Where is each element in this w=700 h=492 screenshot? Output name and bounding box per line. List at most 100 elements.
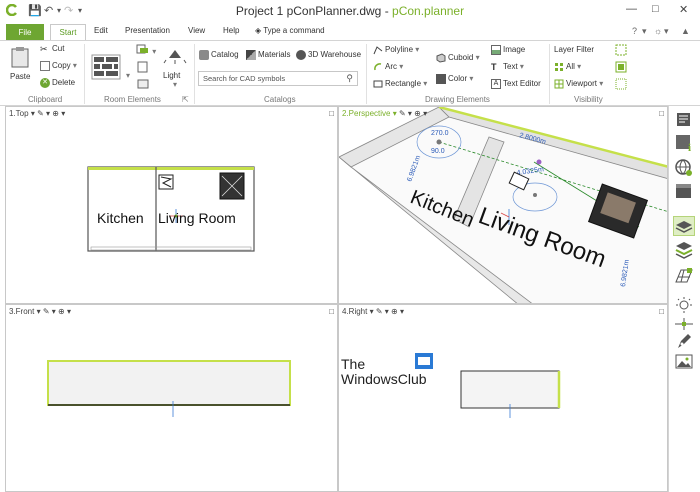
globe-icon[interactable] [673, 158, 695, 178]
group-room-elements: Room Elements [104, 95, 161, 104]
dropdown-icon[interactable]: ▾ [408, 109, 412, 118]
dropdown-icon[interactable]: ▾ [400, 307, 404, 316]
light-button[interactable]: Light ▾ [163, 46, 187, 89]
viewport-front-header: 3.Front ▾ ✎ ▾ ⊕ ▾ [9, 307, 71, 316]
text-editor-icon: A [491, 79, 501, 89]
copy-button[interactable]: Copy ▾ [40, 61, 77, 71]
measure-icon[interactable] [673, 314, 695, 334]
visibility-toggle-1-icon[interactable] [615, 44, 627, 58]
room-tool-icon[interactable]: ▾ [136, 44, 156, 56]
color-button[interactable]: Color ▾ [436, 74, 473, 84]
crosshair-icon[interactable]: ⊕ [52, 109, 59, 118]
light-dropdown-icon[interactable]: ▾ [163, 80, 187, 89]
viewport-perspective[interactable]: 2.Perspective ▾ ✎ ▾ ⊕ ▾ □ 2.8000m 4.0325… [338, 106, 668, 304]
warehouse-button[interactable]: 3D Warehouse [296, 50, 361, 60]
command-box[interactable]: ◈ Type a command [255, 26, 325, 35]
text-editor-button[interactable]: A Text Editor [491, 79, 541, 89]
svg-text:i: i [688, 142, 691, 153]
sun-dropdown-icon[interactable]: ▾ [664, 26, 669, 37]
delete-icon: ✕ [40, 78, 50, 88]
crosshair-icon[interactable]: ⊕ [414, 109, 421, 118]
image-button[interactable]: Image [491, 45, 525, 55]
viewport-right[interactable]: 4.Right ▾ ✎ ▾ ⊕ ▾ □ The WindowsClub [338, 304, 668, 492]
maximize-viewport-icon[interactable]: □ [329, 109, 334, 118]
viewport-perspective-label[interactable]: 2.Perspective [342, 109, 390, 118]
materials-button[interactable]: Materials [246, 50, 290, 60]
pen-icon[interactable]: ✎ [37, 109, 44, 118]
layers-icon[interactable] [673, 216, 695, 236]
delete-button[interactable]: ✕ Delete [40, 78, 75, 88]
tab-file[interactable]: File [6, 24, 44, 41]
crosshair-icon[interactable]: ⊕ [58, 307, 65, 316]
top-view-canvas[interactable]: Kitchen Living Room [6, 107, 338, 304]
pen-icon[interactable]: ✎ [399, 109, 406, 118]
dropdown-icon[interactable]: ▾ [385, 307, 389, 316]
close-button[interactable]: ✕ [679, 3, 688, 16]
visibility-toggle-2-icon[interactable] [615, 61, 627, 75]
pen-icon[interactable]: ✎ [376, 307, 383, 316]
info-icon[interactable]: i [673, 133, 695, 154]
dropdown-icon[interactable]: ▾ [46, 109, 50, 118]
maximize-viewport-icon[interactable]: □ [659, 307, 664, 316]
visibility-toggle-3-icon[interactable] [615, 78, 627, 92]
maximize-viewport-icon[interactable]: □ [329, 307, 334, 316]
polyline-button[interactable]: Polyline ▾ [373, 45, 419, 55]
viewport-top[interactable]: 1.Top ▾ ✎ ▾ ⊕ ▾ □ Kitchen Living Room [5, 106, 338, 304]
wall-dropdown-icon[interactable]: ▾ [126, 71, 130, 80]
sun-icon[interactable]: ☼ [654, 26, 662, 36]
window-tool-icon[interactable] [136, 78, 150, 92]
cut-button[interactable]: ✂ Cut [40, 44, 64, 54]
arc-button[interactable]: Arc ▾ [373, 62, 403, 72]
maximize-viewport-icon[interactable]: □ [659, 109, 664, 118]
tab-help[interactable]: Help [223, 26, 239, 35]
front-view-canvas[interactable] [6, 305, 338, 492]
paste-button[interactable]: Paste [10, 46, 30, 81]
grid-icon[interactable] [673, 266, 695, 286]
help-icon[interactable]: ? [632, 26, 637, 36]
viewport-right-label[interactable]: 4.Right [342, 307, 367, 316]
dropdown-icon[interactable]: ▾ [61, 109, 65, 118]
minimize-button[interactable]: — [626, 3, 637, 15]
viewport-dropdown[interactable]: Viewport ▾ [554, 79, 603, 89]
room-label-kitchen: Kitchen [97, 210, 144, 226]
viewport-front-label[interactable]: 3.Front [9, 307, 34, 316]
maximize-button[interactable]: □ [652, 3, 659, 15]
room-settings-icon[interactable]: ⇱ [182, 95, 189, 104]
tab-edit[interactable]: Edit [94, 26, 108, 35]
dropdown-icon[interactable]: ▾ [370, 307, 374, 316]
dropdown-icon[interactable]: ▾ [393, 109, 397, 118]
pen-icon[interactable]: ✎ [43, 307, 50, 316]
door-tool-icon[interactable] [136, 61, 150, 75]
dropdown-icon[interactable]: ▾ [31, 109, 35, 118]
search-icon[interactable]: ⚲ [346, 73, 353, 84]
wall-button[interactable] [90, 51, 122, 85]
dropdown-icon[interactable]: ▾ [52, 307, 56, 316]
image-icon[interactable] [673, 352, 695, 372]
tab-view[interactable]: View [188, 26, 205, 35]
text-button[interactable]: T Text ▾ [491, 62, 524, 72]
group-catalogs: Catalogs [264, 95, 296, 104]
help-dropdown-icon[interactable]: ▾ [642, 26, 647, 37]
cuboid-button[interactable]: Cuboid ▾ [436, 53, 480, 63]
dropdown-icon[interactable]: ▾ [37, 307, 41, 316]
light-icon[interactable] [673, 296, 695, 316]
dropdown-icon[interactable]: ▾ [67, 307, 71, 316]
viewport-top-label[interactable]: 1.Top [9, 109, 29, 118]
arc-icon [374, 63, 382, 71]
perspective-canvas[interactable]: 2.8000m 4.0325m 6.9821m 90.0 270.0 6.982… [339, 107, 668, 304]
layer-stack-icon[interactable] [673, 240, 695, 260]
articles-icon[interactable] [673, 110, 695, 130]
layer-all-dropdown[interactable]: All ▾ [554, 62, 581, 72]
box-icon[interactable] [673, 182, 695, 202]
search-input[interactable]: Search for CAD symbols ⚲ [198, 71, 358, 86]
dropdown-icon[interactable]: ▾ [423, 109, 427, 118]
rectangle-button[interactable]: Rectangle ▾ [373, 79, 427, 89]
tab-presentation[interactable]: Presentation [125, 26, 170, 35]
right-view-canvas[interactable] [339, 305, 668, 492]
pen-icon[interactable] [673, 332, 695, 352]
catalog-button[interactable]: Catalog [199, 50, 239, 60]
collapse-ribbon-icon[interactable]: ▲ [681, 26, 690, 36]
viewport-front[interactable]: 3.Front ▾ ✎ ▾ ⊕ ▾ □ [5, 304, 338, 492]
crosshair-icon[interactable]: ⊕ [391, 307, 398, 316]
layer-filter-button[interactable]: Layer Filter [554, 45, 594, 54]
